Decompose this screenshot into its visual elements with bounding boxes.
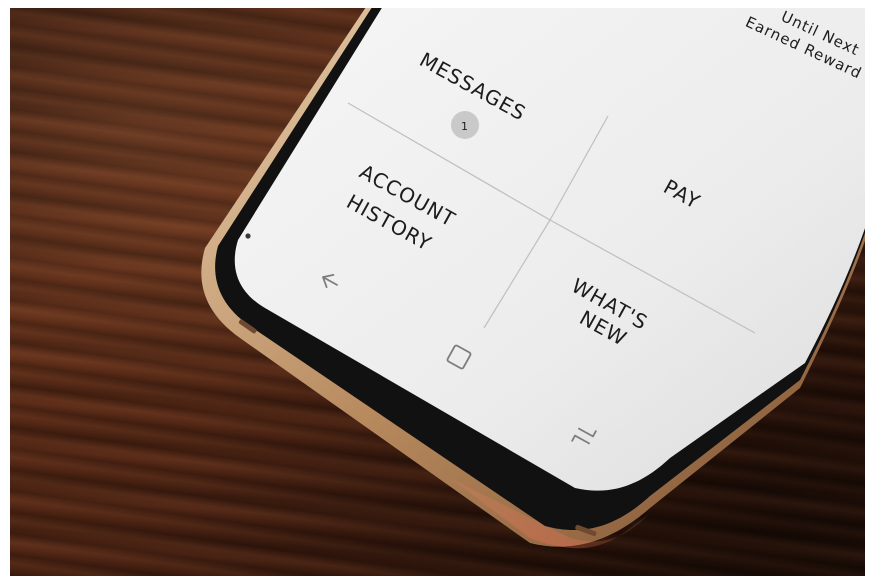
photo-scene: Until Next Earned Reward MESSAGES 1 ACCO… bbox=[0, 0, 870, 584]
smartphone: Until Next Earned Reward MESSAGES 1 ACCO… bbox=[201, 8, 865, 549]
wooden-table-background: Until Next Earned Reward MESSAGES 1 ACCO… bbox=[10, 8, 865, 576]
messages-badge-count: 1 bbox=[461, 120, 469, 133]
status-dot bbox=[245, 233, 251, 239]
